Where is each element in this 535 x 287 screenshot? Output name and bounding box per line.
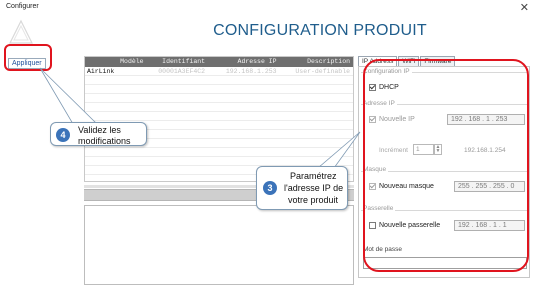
callout-3-line2: l'adresse IP de: [284, 183, 344, 193]
callout-3: 3 Paramétrez l'adresse IP de votre produ…: [256, 166, 348, 210]
callout-4: 4 Validez les modifications: [50, 122, 147, 146]
callout-3-line3: votre produit: [288, 195, 339, 205]
callout-4-line2: modifications: [78, 136, 131, 146]
callout-3-line1: Paramétrez: [290, 171, 337, 181]
callout-3-pointer: [316, 131, 361, 169]
step-3-badge: 3: [263, 181, 277, 195]
callout-4-pointer: [39, 67, 98, 125]
step-4-badge: 4: [56, 128, 70, 142]
callout-4-line1: Validez les: [78, 125, 121, 135]
